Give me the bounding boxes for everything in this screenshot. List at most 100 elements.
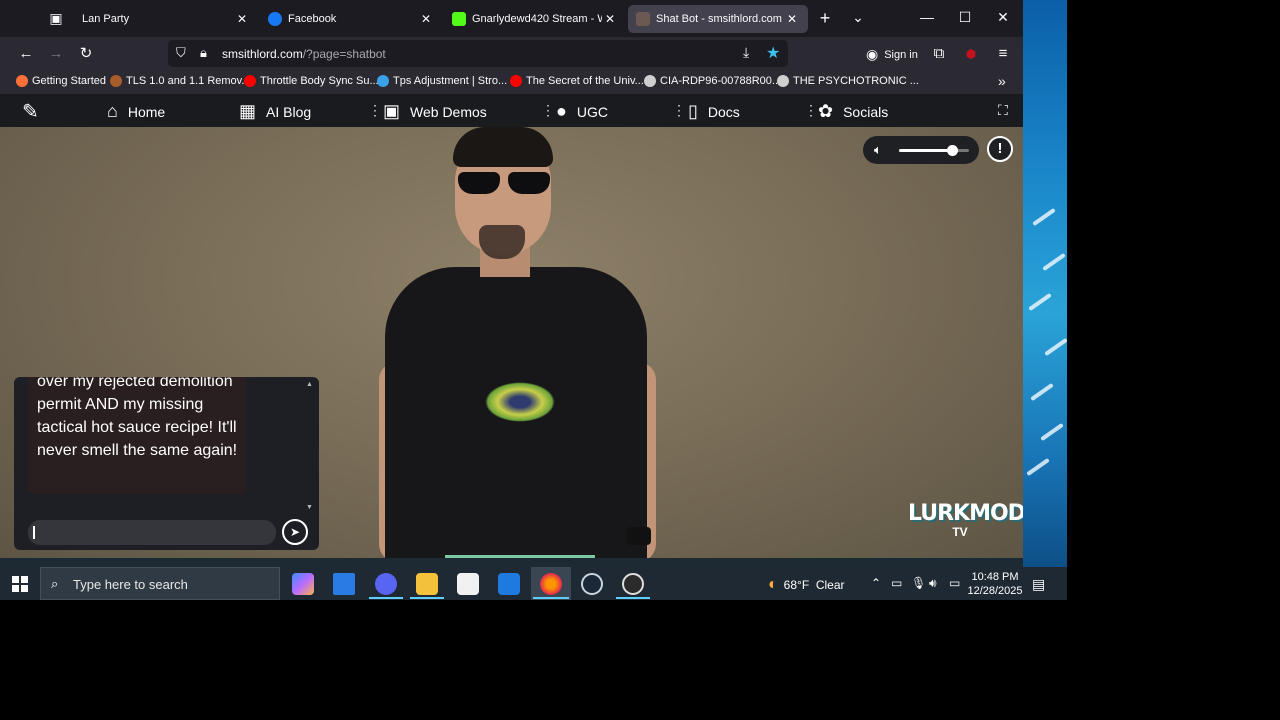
new-tab-icon[interactable]: +	[815, 8, 835, 29]
bookmark-icon	[16, 75, 28, 87]
close-icon[interactable]: ✕	[234, 12, 250, 26]
speaker-icon[interactable]: 🔈︎	[874, 142, 882, 158]
lurkmode-logo: LURKMODE TV	[908, 501, 1023, 544]
taskbar-clock[interactable]: 10:48 PM 12/28/2025	[962, 570, 1028, 598]
alert-icon[interactable]: !	[987, 136, 1013, 162]
weather-text: 68°F Clear	[783, 578, 845, 592]
scroll-up-icon[interactable]: ▲	[306, 381, 313, 388]
close-icon[interactable]: ✕	[784, 12, 800, 26]
tab-lan-party[interactable]: Lan Party ✕	[74, 5, 258, 33]
ublock-icon[interactable]: ⬢	[962, 45, 980, 63]
mail-icon[interactable]	[498, 573, 520, 595]
tab-facebook[interactable]: Facebook ✕	[260, 5, 442, 33]
lock-icon[interactable]: 🔒︎	[200, 45, 207, 61]
camera-icon: ▣	[383, 101, 401, 121]
close-window-icon[interactable]: ✕	[993, 9, 1013, 26]
network-icon[interactable]: ▭	[949, 576, 960, 590]
star-icon[interactable]: ★	[766, 43, 780, 63]
nav-home[interactable]: ⌂ Home	[107, 101, 165, 122]
address-bar[interactable]: ⛉ 🔒︎ smsithlord.com/?page=shatbot ⤓ ★	[168, 40, 788, 67]
close-icon[interactable]: ✕	[418, 12, 434, 26]
notifications-icon[interactable]: ▤	[1032, 576, 1045, 593]
menu-dots-icon[interactable]: ⋮	[672, 102, 686, 119]
tab-list-icon[interactable]: ▣	[46, 10, 66, 27]
bookmark-item[interactable]: Tps Adjustment | Stro...	[377, 75, 507, 87]
bookmark-item[interactable]: Throttle Body Sync Su...	[244, 75, 379, 87]
scroll-down-icon[interactable]: ▼	[306, 504, 313, 511]
nav-label: Socials	[843, 103, 889, 120]
tab-title: Lan Party	[82, 13, 130, 25]
url-text[interactable]: smsithlord.com/?page=shatbot	[222, 47, 386, 61]
menu-dots-icon[interactable]: ⋮	[541, 102, 555, 119]
maximize-icon[interactable]: ☐	[955, 9, 975, 26]
copilot-icon[interactable]	[292, 573, 314, 595]
discord-icon[interactable]	[375, 573, 397, 595]
meet-now-icon[interactable]: ▭	[891, 576, 902, 590]
nav-ugc[interactable]: ● UGC	[556, 101, 608, 122]
minimize-icon[interactable]: —	[917, 9, 937, 25]
nav-ai-blog[interactable]: ▦ AI Blog	[239, 101, 311, 122]
tab-shat-bot[interactable]: Shat Bot - smsithlord.com ✕	[628, 5, 808, 33]
menu-dots-icon[interactable]: ⋮	[804, 102, 818, 119]
desktop-wallpaper	[1023, 0, 1067, 567]
weather-widget[interactable]: ◐ 68°F Clear	[768, 576, 845, 594]
folder-icon[interactable]	[416, 573, 438, 595]
tab-bar: ▣ Lan Party ✕ Facebook ✕ Gnarlydewd420 S…	[0, 0, 1023, 37]
sign-in-button[interactable]: ◉ Sign in	[866, 46, 918, 63]
chat-input[interactable]	[28, 520, 276, 545]
weather-icon: ◐	[768, 576, 778, 593]
bookmarks-toolbar: Getting Started TLS 1.0 and 1.1 Remov...…	[0, 70, 1023, 94]
bookmark-label: Tps Adjustment | Stro...	[393, 75, 508, 87]
chat-widget: over my rejected demolition permit AND m…	[14, 377, 319, 550]
close-icon[interactable]: ✕	[602, 12, 618, 26]
chevron-up-icon[interactable]: ⌃	[871, 576, 881, 590]
back-arrow-icon[interactable]: ←	[17, 45, 35, 63]
text-caret	[33, 526, 35, 539]
page-bottom-edge	[0, 558, 1023, 567]
reload-icon[interactable]: ↻	[77, 45, 95, 63]
menu-dots-icon[interactable]: ⋮	[368, 102, 382, 119]
users-icon: ✿	[818, 101, 834, 121]
navigation-toolbar: ← → ↻ ⛉ 🔒︎ smsithlord.com/?page=shatbot …	[0, 37, 1023, 70]
site-icon	[636, 12, 650, 26]
more-bookmarks-icon[interactable]: »	[998, 73, 1006, 89]
microphone-icon[interactable]: 🎙︎	[911, 576, 926, 590]
download-icon[interactable]: ⤓	[743, 44, 749, 61]
send-icon: ➤	[289, 525, 301, 539]
app-running-indicator	[410, 597, 444, 599]
chat-scrollbar[interactable]: ▲ ▼	[306, 381, 313, 513]
bookmark-item[interactable]: The Secret of the Univ...	[510, 75, 644, 87]
bookmark-item[interactable]: Getting Started	[16, 75, 106, 87]
logo-line2: TV	[952, 525, 968, 539]
volume-icon[interactable]: 🔊︎	[929, 576, 937, 591]
bookmark-item[interactable]: TLS 1.0 and 1.1 Remov...	[110, 75, 251, 87]
windows-start-icon[interactable]	[12, 576, 28, 592]
app-icon[interactable]	[622, 573, 644, 595]
nav-socials[interactable]: ✿ Socials	[818, 101, 888, 122]
volume-knob[interactable]	[946, 145, 958, 156]
volume-control[interactable]: 🔈︎	[863, 136, 979, 164]
bookmark-item[interactable]: CIA-RDP96-00788R00...	[644, 75, 781, 87]
fullscreen-icon[interactable]: ⛶	[998, 102, 1008, 119]
volume-slider[interactable]	[899, 145, 969, 156]
tab-stream[interactable]: Gnarlydewd420 Stream - Watc ✕	[444, 5, 626, 33]
shield-icon[interactable]: ⛉	[176, 45, 186, 61]
menu-icon[interactable]: ≡	[994, 45, 1012, 63]
nav-web-demos[interactable]: ▣ Web Demos	[383, 101, 487, 122]
globe-icon	[644, 75, 656, 87]
logo-line1: LURKMODE	[908, 501, 1023, 526]
forward-arrow-icon[interactable]: →	[47, 45, 65, 63]
file-explorer-alt-icon[interactable]	[333, 573, 355, 595]
taskbar-search[interactable]: ⌕ Type here to search	[40, 567, 280, 600]
store-icon[interactable]	[457, 573, 479, 595]
extensions-icon[interactable]: ⧉	[930, 45, 948, 63]
nav-docs[interactable]: ▯ Docs	[688, 101, 740, 122]
steam-icon[interactable]	[581, 573, 603, 595]
chevron-down-icon[interactable]: ⌄	[848, 9, 868, 26]
bookmark-icon	[244, 75, 256, 87]
bookmark-item[interactable]: THE PSYCHOTRONIC ...	[777, 75, 919, 87]
site-logo-icon[interactable]: ✎	[22, 99, 39, 124]
firefox-icon[interactable]	[540, 573, 562, 595]
send-button[interactable]: ➤	[282, 519, 308, 545]
globe-icon	[777, 75, 789, 87]
